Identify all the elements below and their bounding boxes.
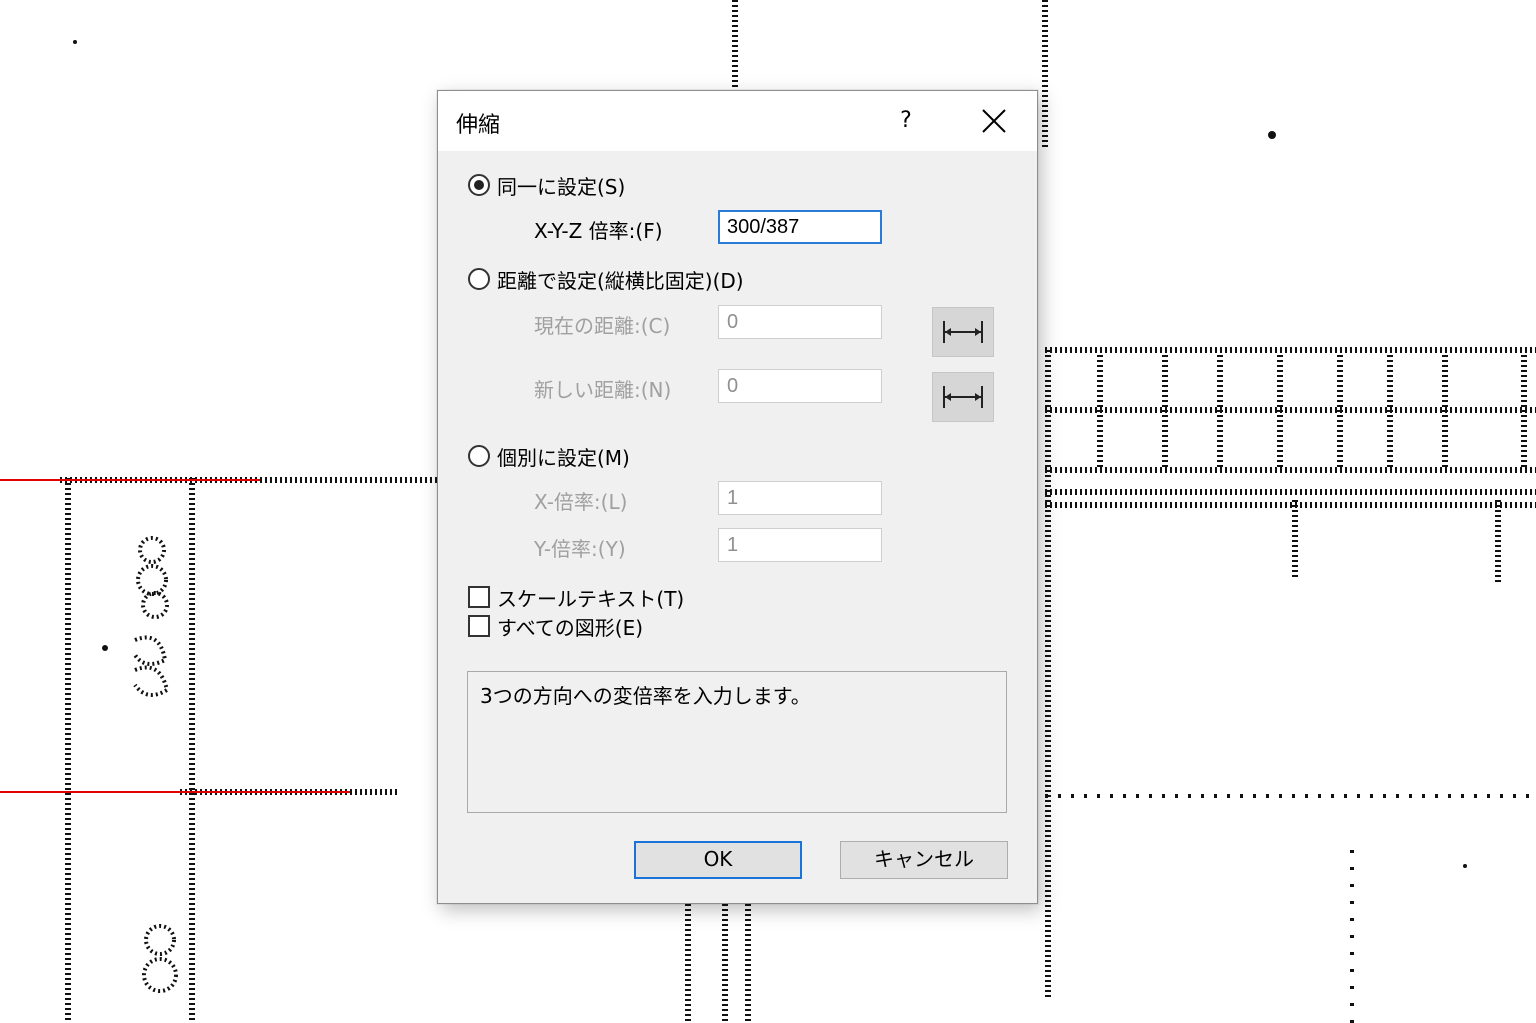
radio-distance-label[interactable]: 距離で設定(縦横比固定)(D) — [497, 265, 744, 294]
current-distance-input[interactable] — [718, 305, 882, 339]
radio-same-label[interactable]: 同一に設定(S) — [497, 171, 625, 200]
drawing-figure — [133, 635, 170, 697]
xyz-factor-input[interactable] — [718, 210, 882, 244]
new-distance-label: 新しい距離:(N) — [534, 378, 672, 402]
close-button[interactable] — [974, 103, 1014, 139]
scale-text-checkbox[interactable] — [468, 586, 490, 608]
close-icon — [982, 109, 1006, 133]
measure-current-button[interactable] — [932, 307, 994, 357]
measure-distance-icon — [943, 386, 983, 408]
measure-distance-icon — [943, 321, 983, 343]
scale-text-label[interactable]: スケールテキスト(T) — [497, 583, 684, 612]
drawing-figure — [136, 564, 168, 596]
scale-dialog: 伸縮 ? 同一に設定(S) X-Y-Z 倍率:(F) 距離で設定(縦横比固定)(… — [437, 90, 1038, 904]
all-shapes-label[interactable]: すべての図形(E) — [497, 612, 643, 641]
dialog-titlebar[interactable]: 伸縮 ? — [438, 91, 1037, 151]
drawing-figure — [144, 924, 176, 956]
cancel-button[interactable]: キャンセル — [840, 841, 1008, 879]
radio-individual-label[interactable]: 個別に設定(M) — [497, 442, 630, 471]
measure-new-button[interactable] — [932, 372, 994, 422]
description-box: 3つの方向への変倍率を入力します。 — [467, 671, 1007, 813]
current-distance-label: 現在の距離:(C) — [534, 314, 671, 338]
xyz-factor-label: X-Y-Z 倍率:(F) — [534, 219, 663, 243]
x-factor-label: X-倍率:(L) — [534, 490, 628, 514]
drawing-figure — [142, 957, 178, 993]
all-shapes-checkbox[interactable] — [468, 615, 490, 637]
radio-distance[interactable] — [468, 268, 490, 290]
y-factor-label: Y-倍率:(Y) — [534, 537, 626, 561]
dialog-title: 伸縮 — [456, 113, 501, 138]
ok-button[interactable]: OK — [634, 841, 802, 879]
help-button[interactable]: ? — [886, 103, 926, 139]
radio-same[interactable] — [468, 174, 490, 196]
drawing-figure — [141, 591, 169, 619]
drawing-figure — [138, 536, 166, 564]
y-factor-input[interactable] — [718, 528, 882, 562]
new-distance-input[interactable] — [718, 369, 882, 403]
x-factor-input[interactable] — [718, 481, 882, 515]
radio-individual[interactable] — [468, 445, 490, 467]
